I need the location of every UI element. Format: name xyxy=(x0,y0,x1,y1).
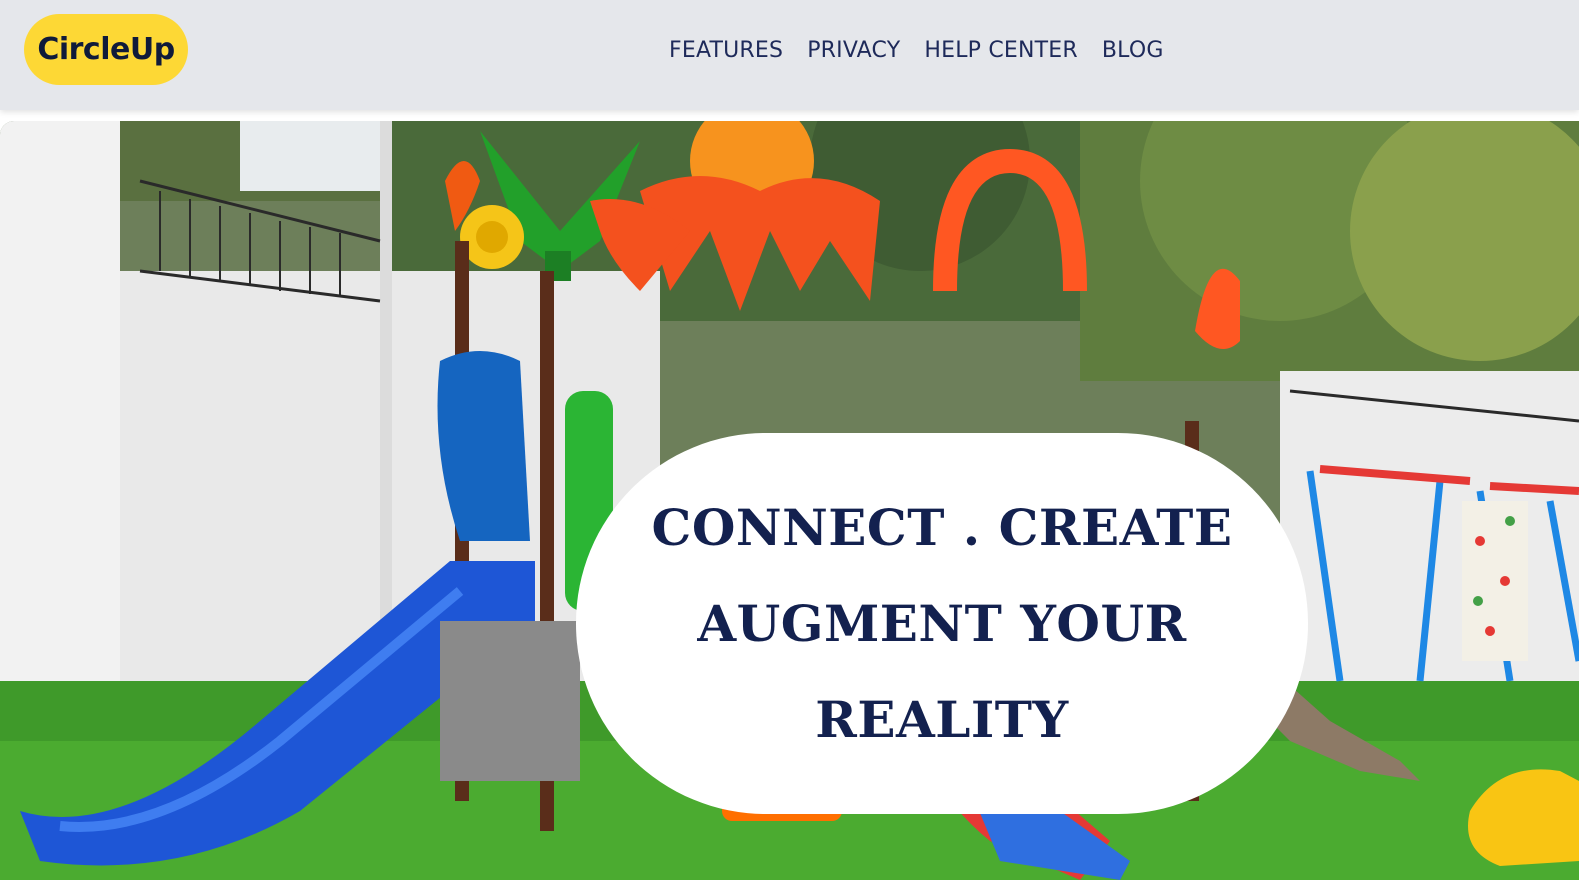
headline-line-3: REALITY xyxy=(815,689,1069,749)
nav-blog[interactable]: BLOG xyxy=(1102,34,1164,68)
hero-headline-bubble: CONNECT . CREATE AUGMENT YOUR REALITY xyxy=(576,433,1308,814)
nav-features[interactable]: FEATURES xyxy=(669,34,783,68)
site-header: CircleUp FEATURES PRIVACY HELP CENTER BL… xyxy=(0,0,1579,110)
main-nav: FEATURES PRIVACY HELP CENTER BLOG xyxy=(669,34,1164,68)
nav-privacy[interactable]: PRIVACY xyxy=(807,34,900,68)
headline-line-1: CONNECT . CREATE xyxy=(651,497,1233,557)
logo[interactable]: CircleUp xyxy=(24,14,188,85)
hero-section: CONNECT . CREATE AUGMENT YOUR REALITY xyxy=(0,121,1579,880)
headline-line-2: AUGMENT YOUR xyxy=(697,593,1187,653)
nav-help-center[interactable]: HELP CENTER xyxy=(924,34,1078,68)
